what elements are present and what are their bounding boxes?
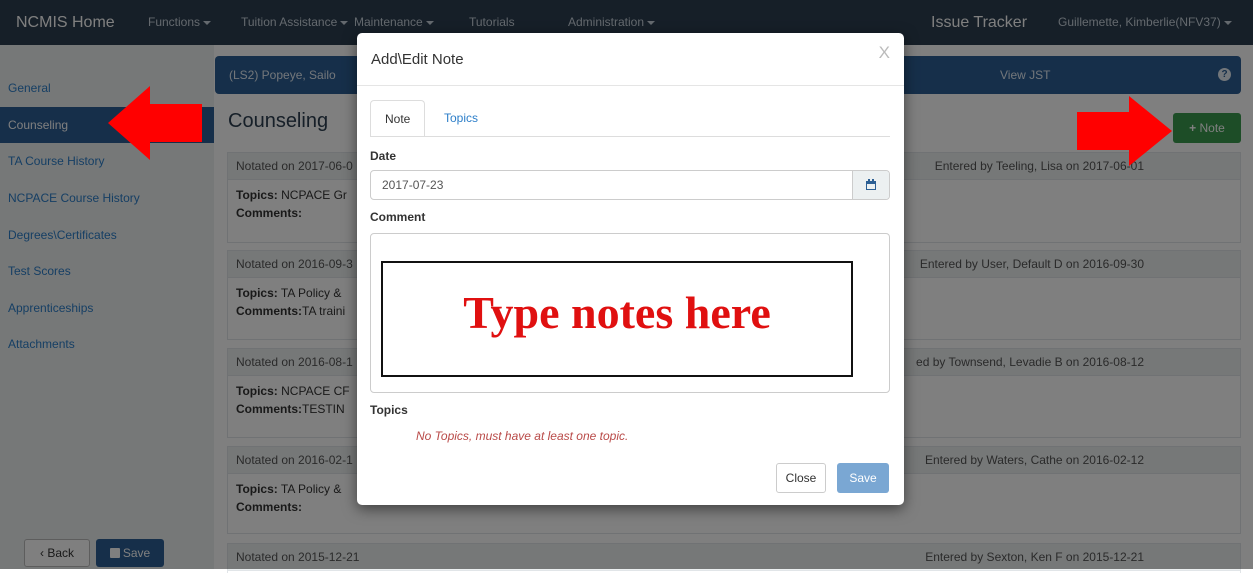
modal-title: Add\Edit Note <box>371 51 464 68</box>
close-button[interactable]: Close <box>776 463 826 493</box>
calendar-icon <box>866 179 876 190</box>
date-label: Date <box>370 149 397 163</box>
modal-divider <box>357 85 904 86</box>
tab-divider <box>370 136 890 137</box>
date-input[interactable]: 2017-07-23 <box>370 170 890 200</box>
comment-label: Comment <box>370 210 426 224</box>
topics-label: Topics <box>370 403 408 417</box>
calendar-button[interactable] <box>852 171 889 199</box>
add-edit-note-modal: Add\Edit Note X Note Topics Date 2017-07… <box>357 33 904 505</box>
close-icon[interactable]: X <box>879 43 890 63</box>
topics-error-message: No Topics, must have at least one topic. <box>416 429 629 443</box>
save-button[interactable]: Save <box>837 463 889 493</box>
tab-topics[interactable]: Topics <box>430 100 492 137</box>
type-notes-annotation: Type notes here <box>381 261 853 377</box>
red-arrow-right-icon <box>1077 96 1172 166</box>
tab-note[interactable]: Note <box>370 100 426 137</box>
comment-textarea[interactable]: Type notes here <box>370 233 890 393</box>
red-arrow-left-icon <box>108 86 202 160</box>
date-value: 2017-07-23 <box>382 178 444 192</box>
